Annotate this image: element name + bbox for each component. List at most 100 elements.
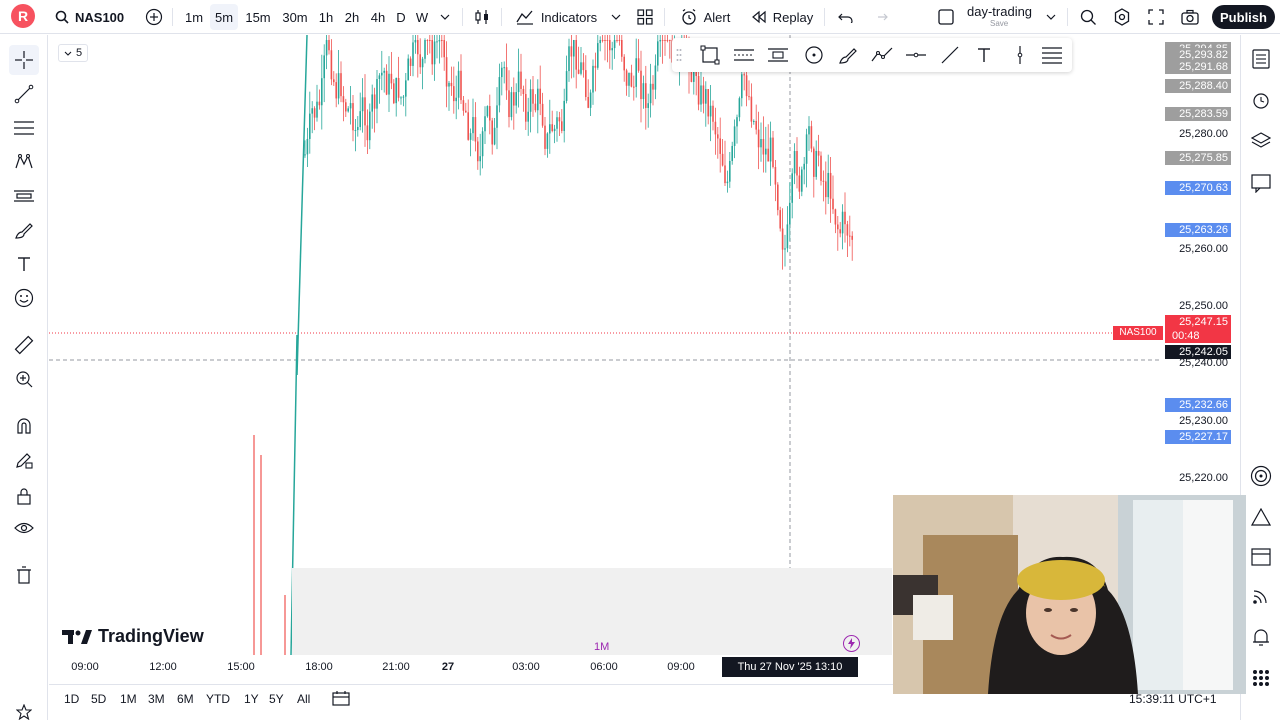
streams-button[interactable] bbox=[1249, 584, 1273, 608]
calendar-button[interactable] bbox=[1249, 544, 1273, 568]
lock-drawings-tool[interactable] bbox=[9, 481, 39, 511]
text-tool[interactable] bbox=[9, 249, 39, 279]
candle-body bbox=[633, 86, 635, 88]
range-6m[interactable]: 6M bbox=[177, 692, 194, 706]
candle-body bbox=[613, 40, 616, 49]
measure-tool[interactable] bbox=[9, 330, 39, 360]
range-5d[interactable]: 5D bbox=[91, 692, 106, 706]
range-1y[interactable]: 1Y bbox=[244, 692, 259, 706]
indicators-dropdown[interactable] bbox=[607, 4, 625, 30]
text-tool-quick[interactable] bbox=[972, 43, 996, 67]
candle-body bbox=[304, 154, 306, 156]
candle-body bbox=[654, 65, 657, 90]
range-all[interactable]: All bbox=[297, 692, 310, 706]
brush-tool[interactable] bbox=[9, 215, 39, 245]
screener-button[interactable] bbox=[1249, 464, 1273, 488]
alert-button[interactable]: Alert bbox=[674, 4, 736, 30]
candle-body bbox=[417, 40, 419, 55]
candle-body bbox=[781, 228, 784, 250]
candle-body bbox=[539, 88, 541, 104]
trend-line-tool[interactable] bbox=[9, 79, 39, 109]
interval-1m[interactable]: 1m bbox=[180, 4, 208, 30]
ideas-button[interactable] bbox=[1249, 505, 1273, 529]
stay-in-drawing-tool[interactable] bbox=[9, 445, 39, 475]
interval-5m[interactable]: 5m bbox=[210, 4, 238, 30]
user-avatar[interactable]: R bbox=[11, 4, 35, 28]
range-5y[interactable]: 5Y bbox=[269, 692, 284, 706]
brush-tool-quick[interactable] bbox=[836, 43, 860, 67]
candle-body bbox=[515, 92, 517, 106]
disjoint-channel-tool[interactable] bbox=[766, 43, 790, 67]
collapse-indicators-button[interactable]: 5 bbox=[58, 44, 88, 62]
compare-symbol-button[interactable] bbox=[143, 4, 165, 30]
more-drawings-tool[interactable] bbox=[1040, 43, 1064, 67]
replay-button[interactable]: Replay bbox=[748, 4, 816, 30]
quick-search-button[interactable] bbox=[1076, 4, 1100, 30]
candle-body bbox=[702, 85, 705, 104]
events-button[interactable] bbox=[843, 635, 860, 652]
remove-drawings-tool[interactable] bbox=[9, 560, 39, 590]
indicators-button[interactable]: Indicators bbox=[512, 4, 600, 30]
object-tree-button[interactable] bbox=[1249, 129, 1273, 153]
snapshot-button[interactable] bbox=[1178, 4, 1202, 30]
range-1d[interactable]: 1D bbox=[64, 692, 79, 706]
forecast-tool[interactable] bbox=[9, 181, 39, 211]
icon-tool[interactable] bbox=[9, 283, 39, 313]
candle-body bbox=[774, 167, 777, 185]
circle-tool[interactable] bbox=[802, 43, 826, 67]
watchlist-button[interactable] bbox=[1249, 47, 1273, 71]
interval-1h[interactable]: 1h bbox=[314, 4, 338, 30]
interval-d[interactable]: D bbox=[392, 4, 410, 30]
interval-dropdown[interactable] bbox=[436, 4, 454, 30]
favorites-tool[interactable] bbox=[9, 703, 39, 720]
alerts-button[interactable] bbox=[1249, 88, 1273, 112]
products-button[interactable] bbox=[1249, 666, 1273, 690]
candle-body bbox=[637, 58, 640, 71]
publish-button[interactable]: Publish bbox=[1212, 5, 1275, 29]
range-3m[interactable]: 3M bbox=[148, 692, 165, 706]
candle-body bbox=[393, 83, 395, 104]
candle-body bbox=[460, 70, 462, 101]
layout-name[interactable]: day-trading bbox=[967, 5, 1032, 19]
goto-date-button[interactable] bbox=[332, 690, 350, 709]
horizontal-line-tool[interactable] bbox=[904, 43, 928, 67]
layout-select-button[interactable] bbox=[934, 4, 958, 30]
fib-tool[interactable] bbox=[9, 113, 39, 143]
hide-drawings-tool[interactable] bbox=[9, 513, 39, 543]
symbol-search[interactable]: NAS100 bbox=[55, 4, 124, 30]
redo-button[interactable] bbox=[868, 4, 892, 30]
path-tool[interactable] bbox=[870, 43, 894, 67]
layout-save-status: Save bbox=[990, 19, 1009, 28]
undo-button[interactable] bbox=[834, 4, 858, 30]
candle-body bbox=[669, 40, 671, 41]
interval-30m[interactable]: 30m bbox=[278, 4, 312, 30]
interval-4h[interactable]: 4h bbox=[366, 4, 390, 30]
magnet-tool[interactable] bbox=[9, 411, 39, 441]
range-ytd[interactable]: YTD bbox=[206, 692, 230, 706]
templates-button[interactable] bbox=[634, 4, 656, 30]
timezone-clock[interactable]: 15:39:11 UTC+1 bbox=[1129, 692, 1217, 706]
smiley-icon bbox=[14, 288, 34, 308]
parallel-channel-tool[interactable] bbox=[732, 43, 756, 67]
candle-body bbox=[642, 83, 645, 100]
crosshair-tool[interactable] bbox=[9, 45, 39, 75]
zoom-tool[interactable] bbox=[9, 364, 39, 394]
fullscreen-button[interactable] bbox=[1144, 4, 1168, 30]
rectangle-tool[interactable] bbox=[698, 43, 722, 67]
pattern-tool[interactable] bbox=[9, 147, 39, 177]
settings-button[interactable] bbox=[1110, 4, 1134, 30]
chats-button[interactable] bbox=[1249, 171, 1273, 195]
vertical-line-tool[interactable] bbox=[1008, 43, 1032, 67]
range-1m[interactable]: 1M bbox=[120, 692, 137, 706]
interval-15m[interactable]: 15m bbox=[242, 4, 274, 30]
ray-tool[interactable] bbox=[938, 43, 962, 67]
interval-2h[interactable]: 2h bbox=[340, 4, 364, 30]
candle-body bbox=[541, 103, 544, 126]
drag-handle[interactable] bbox=[674, 43, 684, 67]
layout-dropdown[interactable] bbox=[1043, 4, 1059, 30]
candle-body bbox=[517, 71, 520, 93]
interval-w[interactable]: W bbox=[413, 4, 431, 30]
notifications-button[interactable] bbox=[1249, 625, 1273, 649]
candle-body bbox=[501, 67, 503, 78]
chart-type-button[interactable] bbox=[470, 4, 494, 30]
